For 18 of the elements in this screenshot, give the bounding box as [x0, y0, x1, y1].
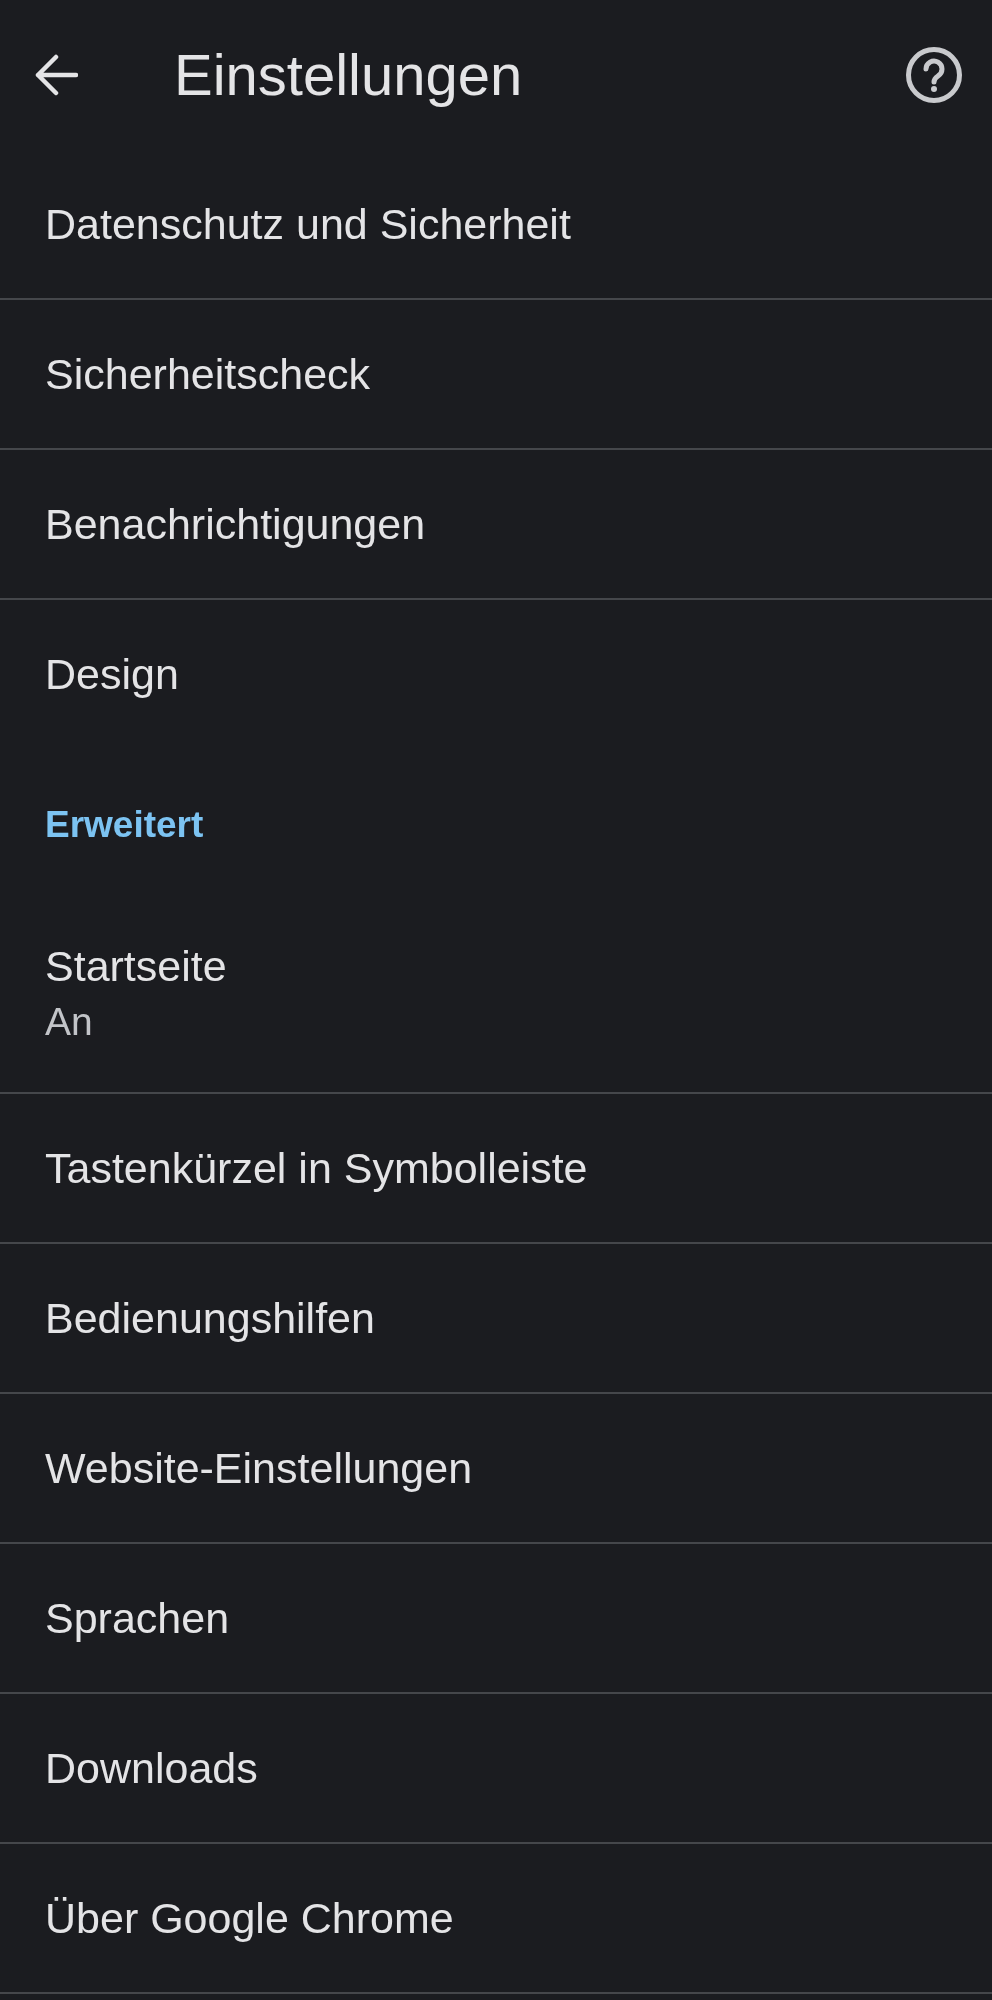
setting-status: An — [45, 999, 93, 1045]
settings-item[interactable]: Downloads — [0, 1694, 992, 1844]
settings-item[interactable]: Sicherheitscheck — [0, 300, 992, 450]
settings-item[interactable]: Startseite An — [0, 900, 992, 1094]
settings-item[interactable]: Über Google Chrome — [0, 1844, 992, 1994]
settings-item[interactable]: Benachrichtigungen — [0, 450, 992, 600]
back-arrow-icon — [34, 53, 78, 97]
help-button[interactable] — [906, 47, 962, 103]
settings-item[interactable]: Website-Einstellungen — [0, 1394, 992, 1544]
settings-item[interactable]: Bedienungshilfen — [0, 1244, 992, 1394]
page-title: Einstellungen — [174, 41, 524, 110]
settings-item[interactable]: Design — [0, 600, 992, 750]
help-icon — [906, 47, 962, 103]
back-button[interactable] — [34, 53, 78, 97]
settings-item[interactable]: Sprachen — [0, 1544, 992, 1694]
settings-item[interactable]: Tastenkürzel in Symbolleiste — [0, 1094, 992, 1244]
section-heading: Erweitert — [44, 803, 205, 847]
settings-item[interactable]: Datenschutz und Sicherheit — [0, 150, 992, 300]
